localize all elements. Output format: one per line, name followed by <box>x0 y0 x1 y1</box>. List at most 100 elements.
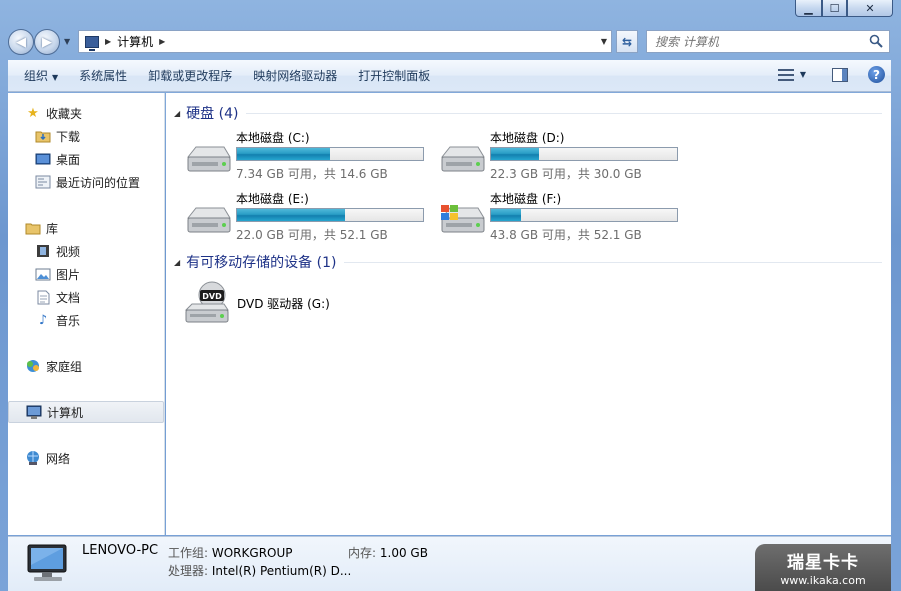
library-icon <box>25 220 41 236</box>
sidebar-item-recent-places[interactable]: 最近访问的位置 <box>8 171 164 193</box>
chevron-down-icon[interactable]: ▼ <box>800 70 806 79</box>
address-bar[interactable]: ▶ 计算机 ▶ ▼ <box>78 30 612 53</box>
pictures-icon <box>35 266 51 282</box>
collapse-triangle-icon[interactable]: ◢ <box>174 258 180 267</box>
drive-dvd[interactable]: DVD DVD 驱动器 (G:) <box>182 280 382 330</box>
dvd-drive-icon: DVD <box>184 281 229 323</box>
sidebar-item-label: 收藏夹 <box>46 106 83 121</box>
breadcrumb-computer[interactable]: 计算机 <box>117 33 153 50</box>
content-pane: ◢ 硬盘 (4) 本地磁盘 (C:) 7.34 GB 可用，共 14.6 GB <box>166 93 891 535</box>
details-pane: LENOVO-PC 工作组: WORKGROUP 内存: 1.00 GB 处理器… <box>8 536 891 591</box>
sidebar-item-computer[interactable]: 计算机 <box>8 401 164 423</box>
drive-usage-bar <box>490 147 678 161</box>
navigation-bar: ◀ ▶ ▼ ▶ 计算机 ▶ ▼ ⇆ <box>8 27 891 57</box>
processor-info: 处理器: Intel(R) Pentium(R) D... <box>168 562 351 579</box>
recent-pages-button[interactable]: ▼ <box>64 37 70 46</box>
memory-label: 内存: <box>348 546 377 560</box>
drive-usage-bar <box>490 208 678 222</box>
sidebar-item-label: 图片 <box>56 267 81 282</box>
network-icon <box>25 450 41 466</box>
arrow-left-icon: ◀ <box>16 34 26 50</box>
desktop-icon <box>35 151 51 167</box>
drive-e[interactable]: 本地磁盘 (E:) 22.0 GB 可用，共 52.1 GB <box>184 190 434 246</box>
downloads-folder-icon <box>35 128 51 144</box>
sidebar-item-label: 最近访问的位置 <box>56 175 141 190</box>
drive-usage-bar <box>236 147 424 161</box>
drive-d[interactable]: 本地磁盘 (D:) 22.3 GB 可用，共 30.0 GB <box>438 129 688 185</box>
chevron-right-icon[interactable]: ▶ <box>159 37 165 46</box>
sidebar-item-label: 文档 <box>56 290 81 305</box>
sidebar-item-label: 计算机 <box>47 405 84 420</box>
sidebar-item-favorites[interactable]: ★ 收藏夹 <box>8 102 164 124</box>
workgroup-info: 工作组: WORKGROUP <box>168 544 293 561</box>
memory-value: 1.00 GB <box>379 546 428 560</box>
music-icon: ♪ <box>38 312 48 328</box>
sidebar-item-label: 桌面 <box>56 152 81 167</box>
collapse-triangle-icon[interactable]: ◢ <box>174 109 180 118</box>
group-title: 有可移动存储的设备 (1) <box>186 255 337 271</box>
forward-button[interactable]: ▶ <box>34 29 60 55</box>
chevron-down-icon[interactable]: ▼ <box>601 37 607 46</box>
system-properties-button[interactable]: 系统属性 <box>71 67 140 84</box>
minimize-button[interactable]: ▁ <box>795 0 822 17</box>
computer-icon <box>85 35 99 51</box>
close-button[interactable]: ✕ <box>847 0 893 17</box>
sidebar-item-desktop[interactable]: 桌面 <box>8 148 164 170</box>
group-divider <box>344 261 882 263</box>
drive-usage-fill <box>491 209 521 221</box>
homegroup-icon <box>25 358 41 374</box>
sidebar-item-libraries[interactable]: 库 <box>8 217 164 239</box>
drive-name: 本地磁盘 (E:) <box>236 192 309 206</box>
drive-name: 本地磁盘 (D:) <box>490 131 565 145</box>
sidebar-item-label: 网络 <box>46 451 71 466</box>
organize-button[interactable]: 组织 ▼ <box>16 67 71 84</box>
drive-name: 本地磁盘 (F:) <box>490 192 562 206</box>
drive-free-space: 43.8 GB 可用，共 52.1 GB <box>490 228 642 242</box>
arrow-right-icon: ▶ <box>42 34 52 50</box>
toolbar-right: ▼ ? <box>777 66 885 83</box>
sidebar-item-network[interactable]: 网络 <box>8 447 164 469</box>
sidebar-item-label: 音乐 <box>56 313 81 328</box>
refresh-button[interactable]: ⇆ <box>616 30 638 53</box>
video-icon <box>35 243 51 259</box>
sidebar-item-label: 下载 <box>56 129 81 144</box>
computer-icon <box>26 404 42 420</box>
search-box[interactable] <box>646 30 890 53</box>
workgroup-label: 工作组: <box>168 546 209 560</box>
sidebar-item-pictures[interactable]: 图片 <box>8 263 164 285</box>
drive-free-space: 22.0 GB 可用，共 52.1 GB <box>236 228 388 242</box>
sidebar-item-videos[interactable]: 视频 <box>8 240 164 262</box>
drive-f[interactable]: 本地磁盘 (F:) 43.8 GB 可用，共 52.1 GB <box>438 190 688 246</box>
sidebar-item-documents[interactable]: 文档 <box>8 286 164 308</box>
hard-drive-icon <box>186 207 231 233</box>
map-network-drive-button[interactable]: 映射网络驱动器 <box>245 67 350 84</box>
preview-pane-icon[interactable] <box>832 67 848 82</box>
sidebar-item-downloads[interactable]: 下载 <box>8 125 164 147</box>
watermark-url: www.ikaka.com <box>780 574 866 587</box>
drive-free-space: 22.3 GB 可用，共 30.0 GB <box>490 167 642 181</box>
recent-places-icon <box>35 174 51 190</box>
search-icon[interactable] <box>869 34 883 48</box>
navigation-pane: ★ 收藏夹 下载 桌面 最近访问的位置 库 视频 图片 文档 ♪ 音乐 家庭组 … <box>8 93 165 535</box>
hard-drive-icon <box>440 146 485 172</box>
help-icon[interactable]: ? <box>868 66 885 83</box>
sidebar-item-label: 视频 <box>56 244 81 259</box>
processor-label: 处理器: <box>168 564 209 578</box>
sidebar-item-homegroup[interactable]: 家庭组 <box>8 355 164 377</box>
search-input[interactable] <box>655 34 855 49</box>
organize-label: 组织 <box>24 69 49 83</box>
change-view-icon[interactable] <box>777 68 794 82</box>
windows-drive-icon <box>440 205 485 233</box>
drive-name: 本地磁盘 (C:) <box>236 131 310 145</box>
drive-c[interactable]: 本地磁盘 (C:) 7.34 GB 可用，共 14.6 GB <box>184 129 434 185</box>
open-control-panel-button[interactable]: 打开控制面板 <box>350 67 443 84</box>
sidebar-item-label: 家庭组 <box>46 359 83 374</box>
group-header-removable[interactable]: ◢ 有可移动存储的设备 (1) <box>174 252 882 272</box>
back-button[interactable]: ◀ <box>8 29 34 55</box>
chevron-right-icon[interactable]: ▶ <box>105 37 111 46</box>
uninstall-programs-button[interactable]: 卸载或更改程序 <box>140 67 245 84</box>
maximize-button[interactable]: ☐ <box>822 0 847 17</box>
sidebar-item-music[interactable]: ♪ 音乐 <box>8 309 164 331</box>
group-header-hard-disks[interactable]: ◢ 硬盘 (4) <box>174 103 882 123</box>
drive-usage-bar <box>236 208 424 222</box>
